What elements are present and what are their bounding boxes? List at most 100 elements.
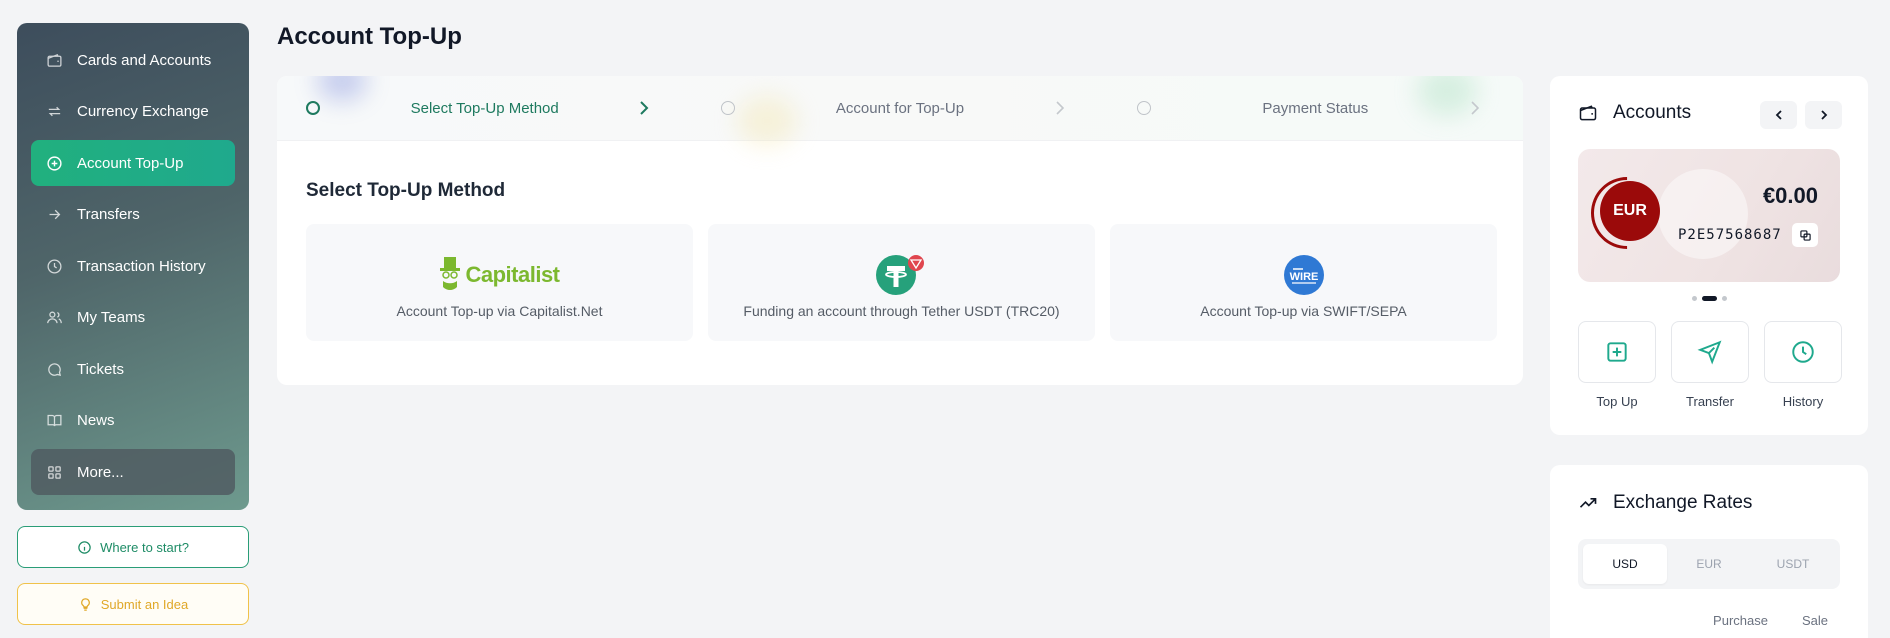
rates-column-headers: Purchase Sale xyxy=(1713,613,1828,628)
step-payment-status[interactable]: Payment Status xyxy=(1108,76,1523,140)
step-select-method[interactable]: Select Top-Up Method xyxy=(277,76,692,140)
action-label: Top Up xyxy=(1596,394,1638,409)
page-title: Account Top-Up xyxy=(277,23,462,50)
capitalist-logo-text: Capitalist xyxy=(465,262,560,287)
sidebar-item-label: Currency Exchange xyxy=(77,103,209,120)
copy-account-number-button[interactable] xyxy=(1792,223,1818,247)
stepper: Select Top-Up Method Account for Top-Up … xyxy=(277,76,1523,146)
step-account-for-top-up[interactable]: Account for Top-Up xyxy=(692,76,1107,140)
step-label: Payment Status xyxy=(1262,99,1369,117)
rates-header: Exchange Rates xyxy=(1578,492,1752,514)
method-label: Funding an account through Tether USDT (… xyxy=(743,303,1060,319)
where-to-start-button[interactable]: Where to start? xyxy=(17,526,249,568)
wire-logo: WIRE xyxy=(1283,255,1325,295)
currency-badge: EUR xyxy=(1600,181,1660,241)
step-label: Select Top-Up Method xyxy=(410,99,559,117)
previous-account-button[interactable] xyxy=(1760,101,1797,129)
sidebar-item-label: Tickets xyxy=(77,360,124,378)
trending-up-icon xyxy=(1579,498,1597,508)
plus-square-icon xyxy=(1607,342,1627,362)
tab-eur[interactable]: EUR xyxy=(1667,544,1751,584)
arrow-right-icon xyxy=(45,206,63,224)
method-tether-usdt[interactable]: Funding an account through Tether USDT (… xyxy=(708,224,1095,341)
column-sale: Sale xyxy=(1801,613,1828,628)
accounts-panel: Accounts EUR €0.00 P2E57568687 Top Up Tr… xyxy=(1550,76,1868,435)
sidebar-item-label: My Teams xyxy=(77,309,146,326)
carousel-dot[interactable] xyxy=(1692,296,1697,301)
plus-circle-icon xyxy=(45,154,63,172)
chevron-right-icon xyxy=(640,101,649,115)
sidebar-item-transaction-history[interactable]: Transaction History xyxy=(31,243,235,289)
book-icon xyxy=(45,412,63,430)
account-actions: Top Up Transfer History xyxy=(1578,321,1842,409)
sidebar-item-more[interactable]: More... xyxy=(31,449,235,495)
sidebar-item-currency-exchange[interactable]: Currency Exchange xyxy=(31,89,235,135)
wire-logo-text: WIRE xyxy=(1289,271,1318,283)
submit-idea-button[interactable]: Submit an Idea xyxy=(17,583,249,625)
sidebar-item-tickets[interactable]: Tickets xyxy=(31,346,235,392)
next-account-button[interactable] xyxy=(1805,101,1842,129)
capitalist-logo: Capitalist xyxy=(439,255,560,295)
carousel-dot[interactable] xyxy=(1722,296,1727,301)
wallet-icon xyxy=(45,51,63,69)
chat-icon xyxy=(45,360,63,378)
step-label: Account for Top-Up xyxy=(835,99,965,117)
clock-icon xyxy=(45,257,63,275)
sidebar-item-label: News xyxy=(77,412,115,429)
top-up-action-button[interactable]: Top Up xyxy=(1578,321,1656,409)
exchange-icon xyxy=(45,103,63,121)
grid-icon xyxy=(45,463,63,481)
tab-usdt[interactable]: USDT xyxy=(1751,544,1835,584)
action-label: History xyxy=(1782,394,1824,409)
sidebar: Cards and Accounts Currency Exchange Acc… xyxy=(17,23,249,510)
transfer-action-button[interactable]: Transfer xyxy=(1671,321,1749,409)
sidebar-item-my-teams[interactable]: My Teams xyxy=(31,295,235,341)
chevron-left-icon xyxy=(1775,110,1782,120)
exchange-rates-panel: Exchange Rates USD EUR USDT Purchase Sal… xyxy=(1550,465,1868,638)
accounts-pager xyxy=(1760,101,1842,129)
sidebar-item-label: Transaction History xyxy=(77,257,206,275)
rates-title: Exchange Rates xyxy=(1613,492,1753,513)
wire-icon: WIRE xyxy=(1283,255,1324,295)
lightbulb-icon xyxy=(80,597,90,611)
sidebar-item-label: More... xyxy=(77,463,124,481)
history-action-button[interactable]: History xyxy=(1764,321,1842,409)
submit-idea-label: Submit an Idea xyxy=(100,596,189,612)
action-box xyxy=(1764,321,1842,383)
method-label: Account Top-up via Capitalist.Net xyxy=(396,303,603,319)
tether-logo xyxy=(875,255,928,295)
send-icon xyxy=(1697,340,1722,365)
rate-currency-tabs: USD EUR USDT xyxy=(1578,539,1840,589)
wallet-icon xyxy=(1579,105,1597,121)
sidebar-item-account-top-up[interactable]: Account Top-Up xyxy=(31,140,235,186)
chevron-right-icon xyxy=(1471,101,1480,115)
method-label: Account Top-up via SWIFT/SEPA xyxy=(1200,303,1407,319)
copy-icon xyxy=(1799,229,1811,241)
section-title: Select Top-Up Method xyxy=(306,180,506,201)
account-card[interactable]: EUR €0.00 P2E57568687 xyxy=(1578,149,1840,282)
tab-usd[interactable]: USD xyxy=(1583,544,1667,584)
action-box xyxy=(1578,321,1656,383)
sidebar-item-cards-and-accounts[interactable]: Cards and Accounts xyxy=(31,37,235,83)
tether-icon xyxy=(875,255,924,295)
account-number: P2E57568687 xyxy=(1678,227,1782,243)
sidebar-item-news[interactable]: News xyxy=(31,398,235,444)
method-swift-sepa[interactable]: WIRE Account Top-up via SWIFT/SEPA xyxy=(1110,224,1497,341)
top-hat-icon xyxy=(440,257,461,290)
sidebar-item-label: Account Top-Up xyxy=(77,154,184,172)
action-label: Transfer xyxy=(1686,394,1734,409)
carousel-dot-active[interactable] xyxy=(1702,296,1717,301)
info-icon xyxy=(78,540,91,554)
carousel-dots xyxy=(1692,296,1727,301)
where-to-start-label: Where to start? xyxy=(100,539,189,555)
clock-icon xyxy=(1792,341,1814,363)
accounts-header: Accounts xyxy=(1578,102,1691,124)
users-icon xyxy=(45,309,63,327)
method-capitalist[interactable]: Capitalist Account Top-up via Capitalist… xyxy=(306,224,693,341)
sidebar-item-transfers[interactable]: Transfers xyxy=(31,192,235,238)
chevron-right-icon xyxy=(1056,101,1064,115)
account-balance: €0.00 xyxy=(1762,183,1818,208)
accounts-title: Accounts xyxy=(1613,102,1692,123)
method-list: Capitalist Account Top-up via Capitalist… xyxy=(306,224,1497,341)
card-decoration xyxy=(1658,169,1748,259)
